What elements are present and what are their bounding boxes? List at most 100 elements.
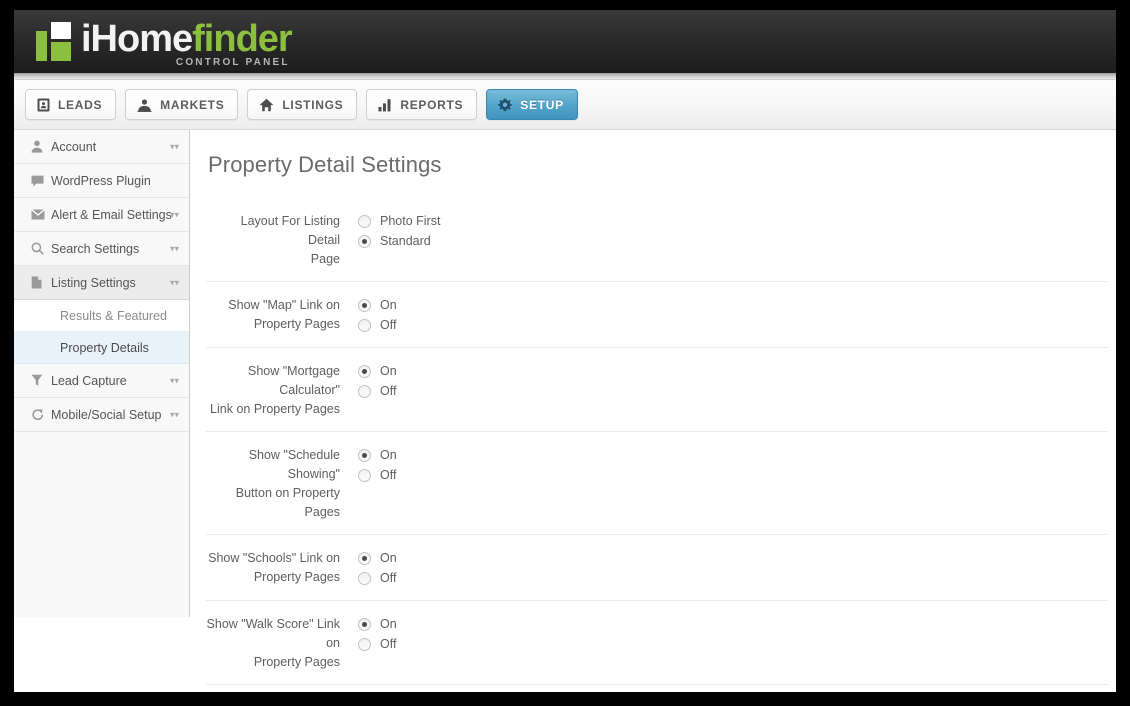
tab-leads-label: LEADS [58, 97, 103, 112]
sidebar-item-mobile-social-setup-label: Mobile/Social Setup [51, 407, 162, 422]
radio-option-label: Standard [380, 234, 431, 248]
property-details-form: Layout For Listing Detail Page Photo Fir… [206, 198, 1108, 692]
label-line-1: Show "Walk Score" Link on [206, 617, 340, 650]
refresh-icon [31, 408, 51, 421]
tab-listings[interactable]: LISTINGS [247, 89, 358, 120]
document-icon [31, 276, 51, 289]
form-row-label: Show "Schools" Link on Property Pages [206, 548, 358, 587]
form-row-layout-for-listing-detail-page: Layout For Listing Detail Page Photo Fir… [206, 198, 1108, 282]
form-row-options: On Off [358, 548, 397, 588]
radio-button-selected[interactable] [358, 298, 371, 312]
radio-button-selected[interactable] [358, 617, 371, 631]
radio-option-on[interactable]: On [358, 445, 397, 465]
radio-option-standard[interactable]: Standard [358, 231, 440, 251]
chevron-expand-icon: ▾▾ [169, 409, 179, 419]
main-navigation: LEADS MARKETS LISTINGS REPORTS SETUP [14, 80, 1116, 130]
home-icon [259, 98, 274, 112]
header-divider [14, 73, 1116, 80]
sidebar-subitem-property-details[interactable]: Property Details [14, 332, 189, 364]
radio-option-on[interactable]: On [358, 548, 397, 568]
chevron-expand-icon: ▾▾ [169, 141, 179, 151]
logo-mark-icon [34, 21, 74, 62]
radio-option-off[interactable]: Off [358, 634, 397, 654]
sidebar-subitem-results-featured-label: Results & Featured [60, 308, 167, 323]
radio-option-label: Off [380, 468, 397, 482]
label-line-2: Property Pages [253, 655, 340, 669]
page-body: Account ▾▾ WordPress Plugin Alert & Emai… [14, 130, 1116, 691]
sidebar-item-account[interactable]: Account ▾▾ [14, 130, 189, 164]
radio-option-label: On [380, 448, 397, 462]
sidebar-item-lead-capture-label: Lead Capture [51, 373, 127, 388]
sidebar-item-listing-settings[interactable]: Listing Settings ▾▾ [14, 266, 189, 300]
app-header: iHomefinder CONTROL PANEL [14, 10, 1116, 73]
gear-icon [498, 98, 513, 112]
radio-option-on[interactable]: On [358, 361, 397, 381]
label-line-1: Layout For Listing Detail [240, 214, 340, 247]
sidebar-item-lead-capture[interactable]: Lead Capture ▾▾ [14, 364, 189, 398]
radio-option-label: Off [380, 637, 397, 651]
form-row-options: On Off [358, 361, 397, 401]
radio-option-label: On [380, 617, 397, 631]
form-row-options: On Off [358, 295, 397, 335]
radio-option-off[interactable]: Off [358, 315, 397, 335]
radio-button-selected[interactable] [358, 551, 371, 565]
label-line-1: Show "Schedule Showing" [248, 448, 340, 481]
funnel-icon [31, 374, 51, 387]
user-icon [31, 140, 51, 153]
tab-reports[interactable]: REPORTS [366, 89, 478, 120]
logo-word-primary: iHome [81, 18, 193, 60]
radio-option-photo-first[interactable]: Photo First [358, 211, 440, 231]
ihomefinder-logo[interactable]: iHomefinder CONTROL PANEL [34, 18, 293, 68]
contact-card-icon [37, 98, 50, 112]
radio-button[interactable] [358, 468, 371, 482]
radio-option-off[interactable]: Off [358, 568, 397, 588]
sidebar-item-mobile-social-setup[interactable]: Mobile/Social Setup ▾▾ [14, 398, 189, 432]
form-row-show-schools-link: Show "Schools" Link on Property Pages On… [206, 535, 1108, 601]
radio-option-off[interactable]: Off [358, 465, 397, 485]
radio-button-selected[interactable] [358, 448, 371, 462]
tab-setup-label: SETUP [520, 97, 564, 112]
radio-option-label: On [380, 298, 397, 312]
form-row-show-mortgage-calculator-link: Show "Mortgage Calculator" Link on Prope… [206, 348, 1108, 432]
app-window: iHomefinder CONTROL PANEL LEADS MARKETS … [14, 10, 1116, 692]
form-row-show-schedule-showing-button: Show "Schedule Showing" Button on Proper… [206, 432, 1108, 535]
radio-button[interactable] [358, 637, 371, 651]
tab-reports-label: REPORTS [400, 97, 464, 112]
logo-word-accent: finder [192, 18, 293, 60]
sidebar-item-alert-email-settings[interactable]: Alert & Email Settings ▾▾ [14, 198, 189, 232]
radio-option-label: Off [380, 384, 397, 398]
form-row-options: On Off [358, 445, 397, 485]
tab-markets-label: MARKETS [160, 97, 225, 112]
tab-leads[interactable]: LEADS [25, 89, 117, 120]
tab-markets[interactable]: MARKETS [125, 89, 239, 120]
radio-option-off[interactable]: Off [358, 381, 397, 401]
radio-option-on[interactable]: On [358, 295, 397, 315]
form-row-label: Show "Mortgage Calculator" Link on Prope… [206, 361, 358, 419]
radio-button[interactable] [358, 318, 371, 332]
tab-setup[interactable]: SETUP [486, 89, 578, 120]
label-line-2: Page [310, 252, 340, 266]
form-row-options: On Off [358, 614, 397, 654]
logo-subtitle: CONTROL PANEL [175, 57, 290, 68]
radio-option-label: Off [380, 318, 397, 332]
radio-button-selected[interactable] [358, 364, 371, 378]
radio-option-on[interactable]: On [358, 614, 397, 634]
radio-option-label: Off [380, 571, 397, 585]
label-line-2: Link on Property Pages [210, 402, 340, 416]
envelope-icon [31, 209, 51, 220]
sidebar-item-wordpress-plugin[interactable]: WordPress Plugin [14, 164, 189, 198]
sidebar-item-search-settings[interactable]: Search Settings ▾▾ [14, 232, 189, 266]
sidebar-item-alert-email-settings-label: Alert & Email Settings [51, 207, 172, 222]
sidebar-item-search-settings-label: Search Settings [51, 241, 140, 256]
form-row-options: Photo First Standard [358, 211, 440, 251]
form-row-label: Show "Schedule Showing" Button on Proper… [206, 445, 358, 522]
sidebar-item-listing-settings-label: Listing Settings [51, 275, 136, 290]
sidebar-navigation: Account ▾▾ WordPress Plugin Alert & Emai… [14, 130, 190, 617]
radio-button[interactable] [358, 214, 371, 228]
radio-button-selected[interactable] [358, 234, 371, 248]
sidebar-subitem-property-details-label: Property Details [60, 340, 149, 355]
radio-button[interactable] [358, 571, 371, 585]
form-row-show-walk-score-link: Show "Walk Score" Link on Property Pages… [206, 601, 1108, 685]
sidebar-subitem-results-featured[interactable]: Results & Featured [14, 300, 189, 332]
radio-button[interactable] [358, 384, 371, 398]
